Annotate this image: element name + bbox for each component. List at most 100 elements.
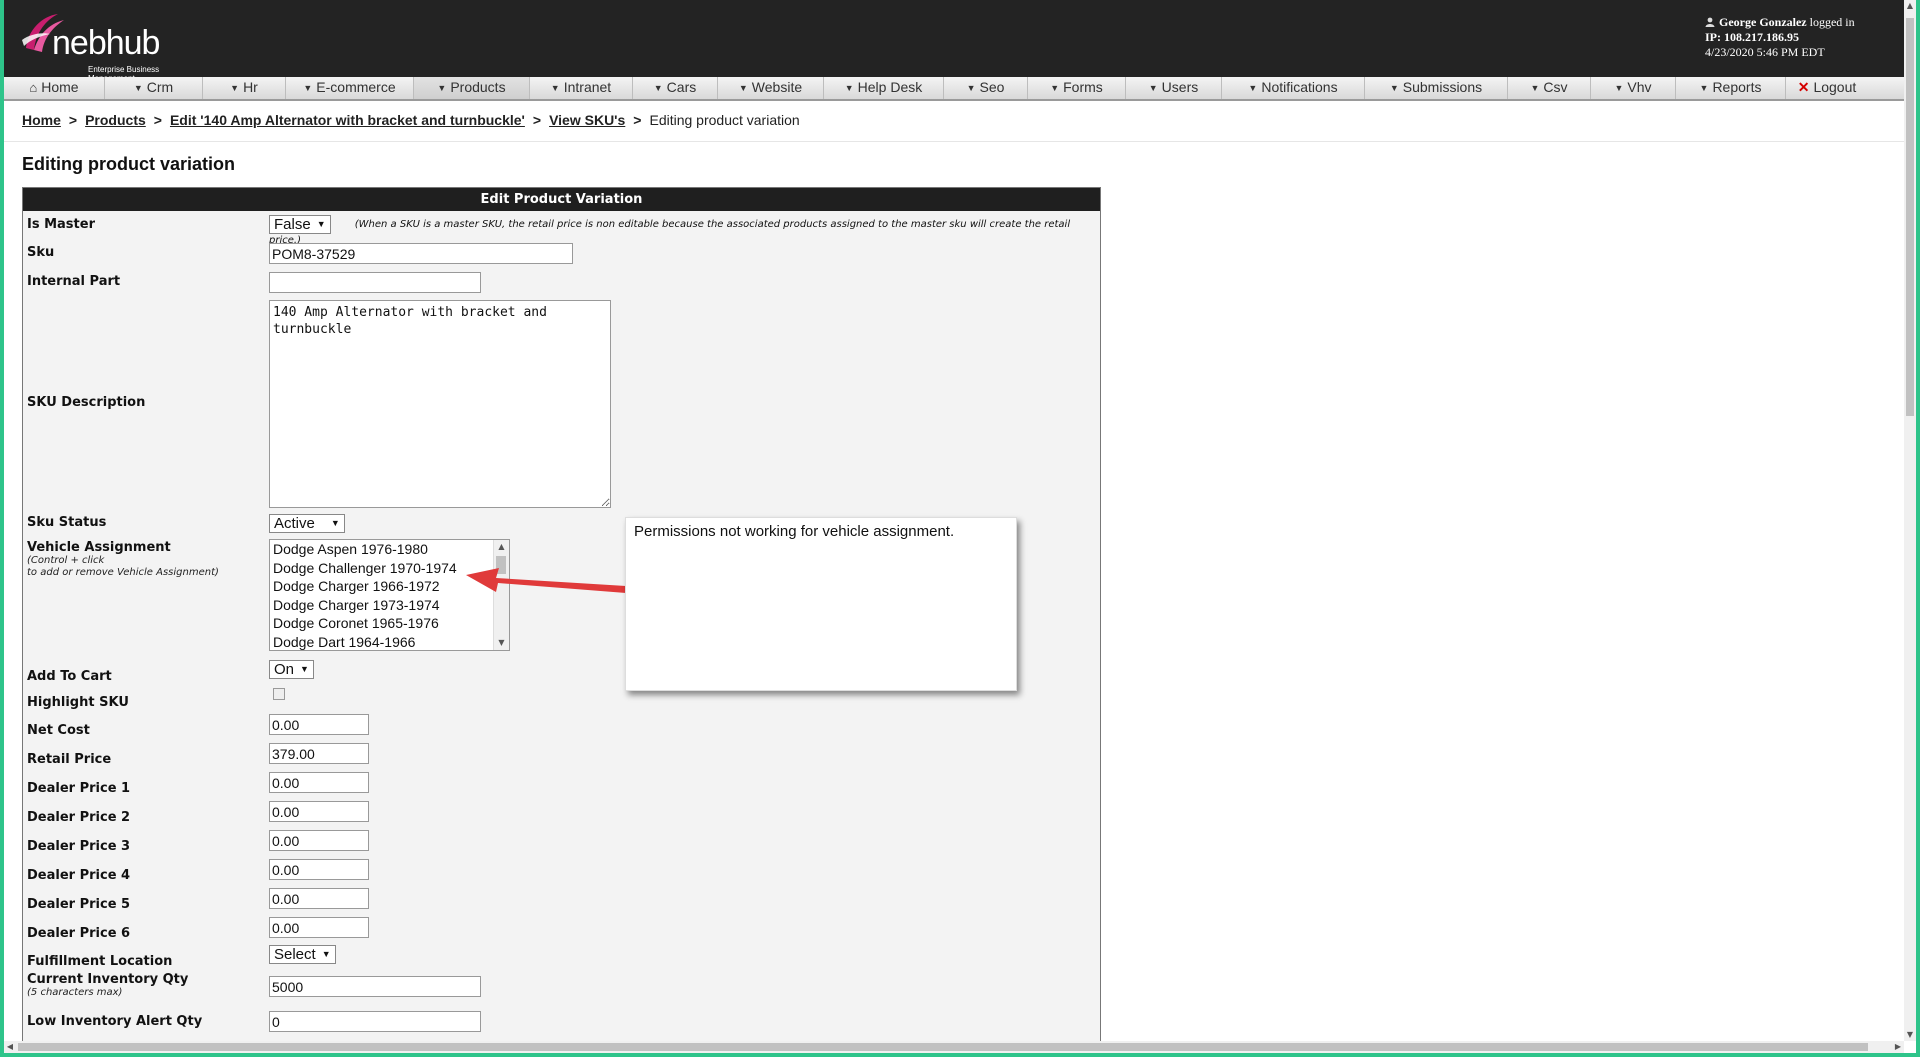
dealer-price-4-label: Dealer Price 4 bbox=[27, 868, 131, 883]
divider bbox=[4, 141, 1904, 142]
nav-help-desk[interactable]: ▼ Help Desk bbox=[824, 77, 944, 99]
chevron-down-icon: ▼ bbox=[653, 83, 663, 93]
scroll-left-icon[interactable]: ◀ bbox=[4, 1041, 16, 1053]
chevron-down-icon: ▼ bbox=[844, 83, 854, 93]
annotation-text: Permissions not working for vehicle assi… bbox=[634, 523, 955, 540]
annotation-arrow-icon bbox=[466, 568, 626, 593]
vehicle-assignment-label: Vehicle Assignment bbox=[27, 540, 171, 555]
sku-label: Sku bbox=[27, 245, 55, 260]
scroll-down-icon[interactable]: ▼ bbox=[494, 636, 509, 650]
chevron-down-icon: ▼ bbox=[330, 518, 340, 528]
sku-description-textarea[interactable]: 140 Amp Alternator with bracket and turn… bbox=[269, 300, 611, 508]
nebhub-logo[interactable]: nebhub Enterprise Business Management bbox=[20, 10, 200, 83]
breadcrumb-products-link[interactable]: Products bbox=[85, 112, 146, 128]
logo-text: nebhub bbox=[52, 24, 160, 62]
vehicle-assignment-hint-2: to add or remove Vehicle Assignment) bbox=[27, 567, 219, 578]
list-item[interactable]: Dodge Aspen 1976-1980 bbox=[270, 540, 509, 559]
nav-products[interactable]: ▼ Products bbox=[414, 77, 530, 99]
dealer-price-2-input[interactable] bbox=[269, 801, 369, 822]
current-inventory-hint: (5 characters max) bbox=[27, 987, 123, 998]
add-to-cart-label: Add To Cart bbox=[27, 669, 112, 684]
highlight-sku-checkbox[interactable] bbox=[273, 688, 285, 700]
page-vertical-scrollbar[interactable]: ▲ ▼ bbox=[1904, 0, 1916, 1041]
scroll-up-icon[interactable]: ▲ bbox=[494, 540, 509, 554]
annotation-callout: Permissions not working for vehicle assi… bbox=[625, 517, 1017, 691]
session-datetime: 4/23/2020 5:46 PM EDT bbox=[1705, 45, 1825, 59]
ip-address: IP: 108.217.186.95 bbox=[1705, 30, 1799, 44]
low-inventory-alert-qty-label: Low Inventory Alert Qty bbox=[27, 1014, 203, 1029]
nav-csv[interactable]: ▼ Csv bbox=[1508, 77, 1591, 99]
nav-seo[interactable]: ▼ Seo bbox=[944, 77, 1028, 99]
browser-viewport: nebhub Enterprise Business Management Ge… bbox=[4, 0, 1916, 1053]
internal-part-label: Internal Part bbox=[27, 274, 121, 289]
is-master-label: Is Master bbox=[27, 217, 95, 232]
nav-intranet[interactable]: ▼ Intranet bbox=[530, 77, 633, 99]
chevron-down-icon: ▼ bbox=[738, 83, 748, 93]
scrollbar-thumb[interactable] bbox=[1906, 18, 1914, 416]
chevron-down-icon: ▼ bbox=[303, 83, 313, 93]
chevron-down-icon: ▼ bbox=[1614, 83, 1624, 93]
dealer-price-1-label: Dealer Price 1 bbox=[27, 781, 131, 796]
scroll-right-icon[interactable]: ▶ bbox=[1892, 1041, 1904, 1053]
dealer-price-6-label: Dealer Price 6 bbox=[27, 926, 131, 941]
nav-cars[interactable]: ▼ Cars bbox=[633, 77, 718, 99]
list-item[interactable]: Dodge Dart 1964-1966 bbox=[270, 633, 509, 651]
nav-logout[interactable]: ✕ Logout bbox=[1786, 77, 1868, 99]
chevron-down-icon: ▼ bbox=[1148, 83, 1158, 93]
breadcrumb-view-skus-link[interactable]: View SKU's bbox=[549, 112, 625, 128]
scroll-up-icon[interactable]: ▲ bbox=[1904, 0, 1916, 12]
vehicle-assignment-hint-1: (Control + click bbox=[27, 555, 105, 566]
retail-price-label: Retail Price bbox=[27, 752, 112, 767]
dealer-price-3-input[interactable] bbox=[269, 830, 369, 851]
breadcrumb-home-link[interactable]: Home bbox=[22, 112, 61, 128]
is-master-select[interactable]: False ▼ bbox=[269, 215, 331, 234]
nav-submissions[interactable]: ▼ Submissions bbox=[1365, 77, 1508, 99]
add-to-cart-select[interactable]: On ▼ bbox=[269, 660, 314, 679]
breadcrumb-current: Editing product variation bbox=[649, 112, 800, 128]
low-inventory-alert-qty-input[interactable] bbox=[269, 1011, 481, 1032]
breadcrumb-edit-product-link[interactable]: Edit '140 Amp Alternator with bracket an… bbox=[170, 112, 525, 128]
nav-reports[interactable]: ▼ Reports bbox=[1676, 77, 1786, 99]
dealer-price-2-label: Dealer Price 2 bbox=[27, 810, 131, 825]
breadcrumb: Home > Products > Edit '140 Amp Alternator w… bbox=[22, 112, 800, 128]
list-item[interactable]: Dodge Coronet 1965-1976 bbox=[270, 614, 509, 633]
chevron-down-icon: ▼ bbox=[316, 219, 326, 229]
nav-notifications[interactable]: ▼ Notifications bbox=[1222, 77, 1365, 99]
sku-status-select[interactable]: Active ▼ bbox=[269, 514, 345, 533]
page-horizontal-scrollbar[interactable]: ◀ ▶ bbox=[4, 1041, 1904, 1053]
net-cost-input[interactable] bbox=[269, 714, 369, 735]
chevron-down-icon: ▼ bbox=[1530, 83, 1540, 93]
chevron-down-icon: ▼ bbox=[550, 83, 560, 93]
dealer-price-3-label: Dealer Price 3 bbox=[27, 839, 131, 854]
nav-vhv[interactable]: ▼ Vhv bbox=[1591, 77, 1676, 99]
chevron-down-icon: ▼ bbox=[1699, 83, 1709, 93]
scrollbar-thumb[interactable] bbox=[18, 1043, 1868, 1051]
nav-website[interactable]: ▼ Website bbox=[718, 77, 824, 99]
is-master-note: (When a SKU is a master SKU, the retail … bbox=[269, 219, 1071, 246]
chevron-down-icon: ▼ bbox=[133, 83, 143, 93]
current-inventory-label-block: Current Inventory Qty (5 characters max) bbox=[27, 972, 188, 999]
nav-forms[interactable]: ▼ Forms bbox=[1028, 77, 1126, 99]
main-nav: ⌂ Home ▼ Crm ▼ Hr ▼ E-commerce ▼ Products ▼ In… bbox=[4, 77, 1904, 101]
internal-part-input[interactable] bbox=[269, 272, 481, 293]
chevron-down-icon: ▼ bbox=[300, 664, 309, 674]
current-inventory-qty-label: Current Inventory Qty bbox=[27, 972, 189, 987]
vehicle-assignment-label-block: Vehicle Assignment (Control + click to a… bbox=[27, 540, 219, 579]
current-inventory-qty-input[interactable] bbox=[269, 976, 481, 997]
retail-price-input[interactable] bbox=[269, 743, 369, 764]
sku-input[interactable] bbox=[269, 243, 573, 264]
nav-crm[interactable]: ▼ Crm bbox=[105, 77, 203, 99]
page-title: Editing product variation bbox=[22, 154, 236, 174]
nav-hr[interactable]: ▼ Hr bbox=[203, 77, 286, 99]
fulfillment-location-select[interactable]: Select ▼ bbox=[269, 945, 336, 964]
nav-users[interactable]: ▼ Users bbox=[1126, 77, 1222, 99]
net-cost-label: Net Cost bbox=[27, 723, 90, 738]
scroll-down-icon[interactable]: ▼ bbox=[1904, 1029, 1916, 1041]
nav-home[interactable]: ⌂ Home bbox=[4, 77, 105, 99]
dealer-price-5-input[interactable] bbox=[269, 888, 369, 909]
dealer-price-4-input[interactable] bbox=[269, 859, 369, 880]
dealer-price-6-input[interactable] bbox=[269, 917, 369, 938]
user-icon bbox=[1705, 17, 1715, 27]
nav-ecommerce[interactable]: ▼ E-commerce bbox=[286, 77, 414, 99]
dealer-price-1-input[interactable] bbox=[269, 772, 369, 793]
